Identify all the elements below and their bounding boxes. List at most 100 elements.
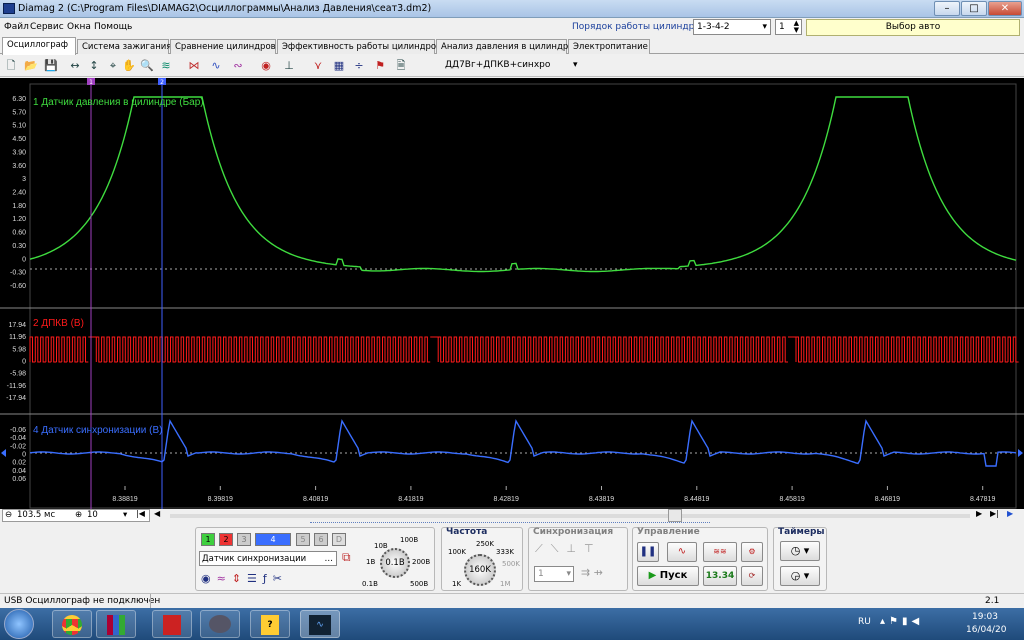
menu-help[interactable]: Помощь bbox=[94, 22, 132, 32]
minimize-button[interactable]: – bbox=[934, 1, 960, 16]
arrows-v-icon[interactable]: ↕ bbox=[86, 58, 102, 74]
preset-select[interactable]: ДД7Вг+ДПКВ+синхро ▾ bbox=[445, 60, 585, 70]
sync-channel-select[interactable]: 1 ▾ bbox=[534, 566, 574, 582]
timer-2-button[interactable]: ◶ ▾ bbox=[780, 566, 820, 586]
winrar-taskbar-icon[interactable] bbox=[96, 610, 136, 638]
arrows-h-icon[interactable]: ↔ bbox=[67, 58, 83, 74]
zoom-icon[interactable]: 🔍 bbox=[139, 58, 155, 74]
hand-icon[interactable]: ✋ bbox=[121, 58, 137, 74]
oscilloscope-display[interactable]: 6.30 5.70 5.10 4.50 3.90 3.60 3 2.40 1.80 1.20 0.6… bbox=[0, 78, 1024, 509]
sync-edge-icons[interactable]: ⟋⟍⊥⊤ bbox=[535, 542, 602, 556]
filter-icon[interactable]: ⋎ bbox=[310, 58, 326, 74]
open-folder-icon[interactable]: 📂 bbox=[23, 58, 39, 74]
channel-button-5[interactable]: 5 bbox=[296, 533, 310, 546]
window-title: Diamag 2 (C:\Program Files\DIAMAG2\Осцил… bbox=[18, 3, 432, 14]
status-connection: USB Осциллограф не подключен bbox=[4, 596, 161, 606]
sensor-select[interactable]: Датчик синхронизации… bbox=[199, 551, 337, 566]
menu-file[interactable]: Файл bbox=[4, 22, 29, 32]
sine-mode-icon[interactable]: ∿ bbox=[667, 542, 697, 562]
tray-icons[interactable]: ▴⚑▮◀ bbox=[880, 616, 923, 627]
scroll-right-button[interactable]: ▶ bbox=[976, 509, 988, 522]
ch1-tick-label: 5.70 bbox=[12, 109, 26, 116]
burst-mode-icon[interactable]: ≋≋ bbox=[703, 542, 737, 562]
marker-flag-icon[interactable]: ⚑ bbox=[372, 58, 388, 74]
media-taskbar-icon[interactable] bbox=[200, 610, 240, 638]
time-tick-label: 8.44819 bbox=[684, 496, 709, 503]
timebase-field[interactable]: ⊖ 103.5 мс ⊕ 10 ▾ bbox=[2, 509, 150, 522]
timer-1-button[interactable]: ◷ ▾ bbox=[780, 541, 820, 561]
channel-button-3[interactable]: 3 bbox=[237, 533, 251, 546]
range-knob[interactable]: 0.1В bbox=[380, 548, 410, 578]
wave-alt-icon[interactable]: ∾ bbox=[230, 58, 246, 74]
range-label-200v: 200В bbox=[412, 558, 431, 566]
channel-button-1[interactable]: 1 bbox=[201, 533, 215, 546]
channel-button-4[interactable]: 4 bbox=[255, 533, 291, 546]
divider-icon[interactable]: ÷ bbox=[351, 58, 367, 74]
start-button[interactable]: ▶ Пуск bbox=[637, 566, 699, 586]
time-tick-label: 8.38819 bbox=[112, 496, 137, 503]
scroll-thumb[interactable] bbox=[668, 509, 682, 522]
zoom-in-icon[interactable]: ⊕ bbox=[75, 510, 82, 521]
fx-icon[interactable]: ƒ bbox=[263, 572, 273, 585]
cursor-icon[interactable]: ⌖ bbox=[105, 58, 121, 74]
channel-tools: ◉≈⇕☰ƒ✂ bbox=[201, 572, 288, 585]
invert-icon[interactable]: ⇕ bbox=[232, 572, 247, 585]
tab-power[interactable]: Электропитание bbox=[568, 39, 650, 54]
time-scrollbar[interactable] bbox=[170, 514, 970, 518]
bottom-panel: ⊖ 103.5 мс ⊕ 10 ▾ |◀ ◀ ▶ ▶| ▶ 1 2 3 4 5 6 D … bbox=[0, 509, 1024, 592]
new-file-icon[interactable]: 🗋 bbox=[3, 58, 19, 74]
control-group: Управление ❚❚ ∿ ≋≋ ⚙ ▶ Пуск 13.34 ⟳ bbox=[632, 527, 768, 591]
range-label-1v: 1В bbox=[366, 558, 376, 566]
grid-icon[interactable]: ▦ bbox=[331, 58, 347, 74]
wave-icon[interactable]: ∿ bbox=[208, 58, 224, 74]
play-scroll-button[interactable]: ▶ bbox=[1007, 509, 1021, 522]
chrome-taskbar-icon[interactable] bbox=[52, 610, 92, 638]
ch2-tick-label: -5.98 bbox=[10, 371, 26, 378]
cylinder-order-select[interactable]: 1-3-4-2 ▾ bbox=[693, 19, 771, 35]
close-button[interactable]: ✕ bbox=[988, 1, 1022, 16]
auto-start-icon[interactable]: ⟳ bbox=[741, 566, 763, 586]
language-indicator[interactable]: RU bbox=[858, 617, 871, 627]
channel-button-d[interactable]: D bbox=[332, 533, 346, 546]
scissors-icon[interactable]: ✂ bbox=[273, 572, 288, 585]
sync-mode-icon[interactable]: ⇉ ⇸ bbox=[581, 566, 603, 579]
compress-icon[interactable]: ⋈ bbox=[186, 58, 202, 74]
time-tick-label: 8.47819 bbox=[970, 496, 995, 503]
frequency-knob[interactable]: 160K bbox=[464, 554, 496, 586]
ch4-tick-label: 0 bbox=[22, 452, 26, 459]
ch2-tick-label: 0 bbox=[22, 359, 26, 366]
channel-button-2[interactable]: 2 bbox=[219, 533, 233, 546]
scroll-left-button[interactable]: ◀ bbox=[154, 509, 168, 522]
spring-icon[interactable]: ≋ bbox=[158, 58, 174, 74]
lines-icon[interactable]: ☰ bbox=[247, 572, 263, 585]
tab-cylinder-efficiency[interactable]: Эффективность работы цилиндров bbox=[277, 39, 441, 54]
save-icon[interactable]: 💾 bbox=[43, 58, 59, 74]
scroll-end-button[interactable]: ▶| bbox=[990, 509, 1004, 522]
document-icon[interactable]: 🗎 bbox=[393, 58, 409, 74]
menu-service[interactable]: Сервис bbox=[30, 22, 64, 32]
chevron-down-icon: ▾ bbox=[123, 510, 128, 520]
auto-setup-icon[interactable]: ⚙ bbox=[741, 542, 763, 562]
pdf-taskbar-icon[interactable] bbox=[152, 610, 192, 638]
channel-button-6[interactable]: 6 bbox=[314, 533, 328, 546]
start-orb-icon[interactable] bbox=[4, 609, 34, 639]
help-taskbar-icon[interactable]: ? bbox=[250, 610, 290, 638]
wave-icon[interactable]: ≈ bbox=[217, 572, 232, 585]
zero-icon[interactable]: ⊥ bbox=[281, 58, 297, 74]
menu-windows[interactable]: Окна bbox=[67, 22, 91, 32]
select-auto-button[interactable]: Выбор авто bbox=[806, 19, 1020, 36]
diamag-taskbar-icon[interactable]: ∿ bbox=[300, 610, 340, 638]
ch4-tick-label: -0.04 bbox=[10, 435, 26, 442]
tab-oscilloscope[interactable]: Осциллограф bbox=[2, 37, 76, 55]
maximize-button[interactable]: □ bbox=[961, 1, 987, 16]
pause-button[interactable]: ❚❚ bbox=[637, 542, 659, 562]
auto-icon[interactable]: ◉ bbox=[258, 58, 274, 74]
tab-pressure-analysis[interactable]: Анализ давления в цилиндре bbox=[436, 39, 573, 54]
sensor-config-icon[interactable]: ⧉ bbox=[342, 550, 351, 565]
tab-ignition[interactable]: Система зажигания bbox=[77, 39, 171, 54]
range-knob-area[interactable]: 10В 100В 1В 200В 0.1В 500В 0.1В bbox=[362, 536, 431, 590]
tab-cylinder-compare[interactable]: Сравнение цилиндров bbox=[170, 39, 276, 54]
cylinder-number-stepper[interactable]: 1 ▲ ▼ bbox=[775, 19, 802, 35]
eye-icon[interactable]: ◉ bbox=[201, 572, 217, 585]
zoom-out-icon[interactable]: ⊖ bbox=[5, 510, 12, 521]
